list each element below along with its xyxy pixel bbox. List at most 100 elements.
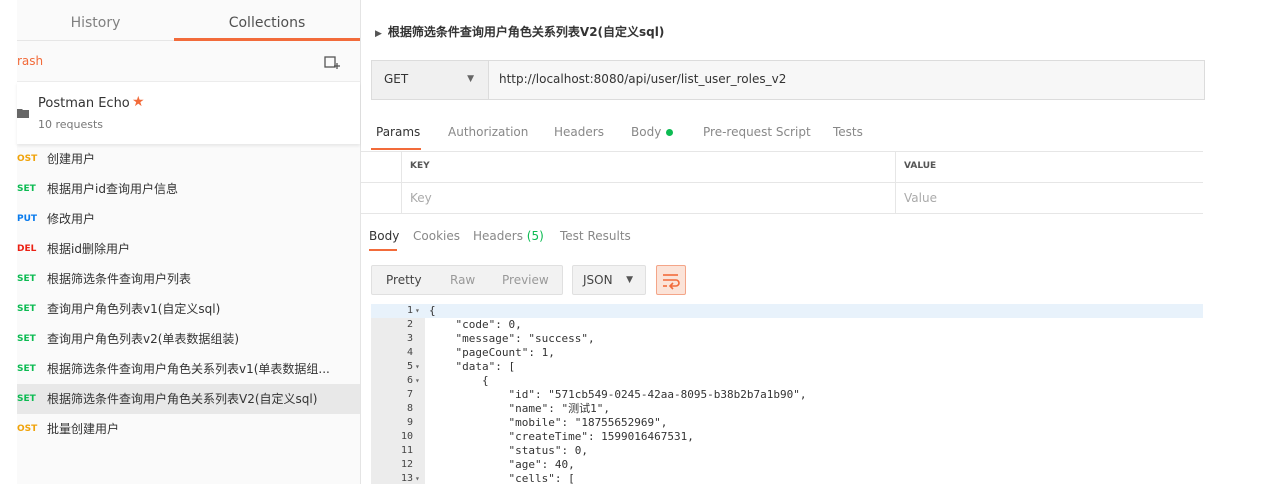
line-number: 9: [406, 417, 413, 428]
sidebar: History Collections rash Postman Echo ★ …: [17, 0, 361, 484]
tab-response-body[interactable]: Body: [369, 229, 399, 243]
star-icon[interactable]: ★: [132, 94, 145, 110]
collection-postman-echo[interactable]: Postman Echo ★ 10 requests: [17, 82, 360, 144]
line-number: 6: [406, 375, 413, 386]
line-number: 10: [400, 431, 413, 442]
value-header: VALUE: [904, 161, 937, 171]
code-text: "status": 0,: [429, 444, 588, 457]
key-header-cell: KEY: [401, 152, 896, 182]
code-line: 6 ▾ {: [371, 374, 1203, 388]
code-line: 4 "pageCount": 1,: [371, 346, 1203, 360]
tab-history[interactable]: History: [17, 0, 174, 40]
code-line: 5 ▾ "data": [: [371, 360, 1203, 374]
request-title-text: 根据筛选条件查询用户角色关系列表V2(自定义sql): [387, 25, 665, 39]
response-toolbar: Pretty Raw Preview JSON ▼: [371, 265, 771, 295]
request-item[interactable]: OST 创建用户: [17, 144, 360, 174]
response-headers-label: Headers: [473, 229, 523, 243]
request-title[interactable]: ▶ 根据筛选条件查询用户角色关系列表V2(自定义sql): [375, 23, 664, 40]
request-name: 根据筛选条件查询用户角色关系列表V2(自定义sql): [47, 392, 318, 406]
request-name: 查询用户角色列表v1(自定义sql): [47, 302, 221, 316]
trash-link[interactable]: rash: [17, 54, 43, 68]
code-text: "pageCount": 1,: [429, 346, 555, 359]
line-number: 2: [406, 319, 413, 330]
request-item[interactable]: PUT 修改用户: [17, 204, 360, 234]
wrap-lines-icon: [663, 274, 680, 290]
fold-icon[interactable]: ▾: [415, 360, 420, 374]
code-text: "name": "测试1",: [429, 402, 610, 415]
language-select[interactable]: JSON ▼: [572, 265, 646, 295]
fold-icon[interactable]: ▾: [415, 304, 420, 318]
tab-cookies[interactable]: Cookies: [413, 229, 460, 243]
tab-params[interactable]: Params: [376, 125, 420, 139]
request-item[interactable]: SET 查询用户角色列表v1(自定义sql): [17, 294, 360, 324]
collection-name: Postman Echo: [38, 96, 130, 111]
line-number: 1: [406, 305, 413, 316]
key-input[interactable]: Key: [401, 183, 896, 213]
request-name: 根据用户id查询用户信息: [47, 182, 178, 196]
method-select[interactable]: GET ▼: [372, 61, 489, 99]
tab-tests[interactable]: Tests: [833, 125, 863, 139]
format-button-group: Pretty Raw Preview: [371, 265, 563, 295]
value-header-cell: VALUE: [895, 152, 1204, 182]
code-line: 9 "mobile": "18755652969",: [371, 416, 1203, 430]
request-item[interactable]: SET 根据筛选条件查询用户列表: [17, 264, 360, 294]
active-tab-indicator: [369, 249, 397, 251]
caret-down-icon: ▼: [626, 275, 633, 285]
preview-button[interactable]: Preview: [502, 273, 549, 287]
tab-body-label: Body: [631, 125, 662, 139]
tab-test-results[interactable]: Test Results: [560, 229, 631, 243]
request-item[interactable]: DEL 根据id删除用户: [17, 234, 360, 264]
collection-count: 10 requests: [38, 118, 104, 131]
fold-icon[interactable]: ▾: [415, 374, 420, 388]
wrap-lines-button[interactable]: [656, 265, 686, 295]
caret-down-icon: ▼: [467, 74, 474, 84]
expand-triangle-icon[interactable]: ▶: [375, 29, 382, 39]
tab-authorization[interactable]: Authorization: [448, 125, 528, 139]
sidebar-tabs: History Collections: [17, 0, 360, 41]
line-number: 8: [406, 403, 413, 414]
code-text: "data": [: [429, 360, 516, 373]
params-row: Key Value: [361, 183, 1203, 214]
tab-headers[interactable]: Headers: [554, 125, 604, 139]
response-code-editor[interactable]: 1 ▾{ 2 "code": 0, 3 "message": "success",…: [371, 304, 1203, 485]
language-value: JSON: [583, 273, 613, 287]
request-name: 批量创建用户: [47, 422, 120, 436]
method-badge: SET: [17, 364, 36, 374]
method-value: GET: [384, 72, 409, 86]
request-item[interactable]: SET 根据用户id查询用户信息: [17, 174, 360, 204]
raw-button[interactable]: Raw: [450, 273, 475, 287]
request-panel: ▶ 根据筛选条件查询用户角色关系列表V2(自定义sql) GET ▼ http:/…: [361, 13, 1205, 485]
method-badge: OST: [17, 154, 38, 164]
tab-response-headers[interactable]: Headers (5): [473, 229, 544, 243]
code-line: 1 ▾ {: [371, 304, 1203, 318]
code-text: "age": 40,: [429, 458, 575, 471]
params-table: KEY VALUE Key Value: [361, 151, 1203, 214]
url-input[interactable]: http://localhost:8080/api/user/list_user…: [499, 72, 786, 86]
tab-pre-request-script[interactable]: Pre-request Script: [703, 125, 811, 139]
request-item[interactable]: SET 根据筛选条件查询用户角色关系列表v1(单表数据组...: [17, 354, 360, 384]
new-collection-icon[interactable]: [324, 54, 340, 70]
request-name: 根据id删除用户: [47, 242, 130, 256]
headers-count: (5): [526, 229, 544, 243]
value-placeholder: Value: [904, 191, 937, 205]
request-item[interactable]: SET 查询用户角色列表v2(单表数据组装): [17, 324, 360, 354]
request-name: 创建用户: [47, 152, 96, 166]
code-text: {: [429, 304, 436, 317]
value-input[interactable]: Value: [895, 183, 1204, 213]
request-item-selected[interactable]: SET 根据筛选条件查询用户角色关系列表V2(自定义sql): [17, 384, 360, 414]
code-text: "id": "571cb549-0245-42aa-8095-b38b2b7a1…: [429, 388, 807, 401]
tab-body[interactable]: Body: [631, 125, 674, 139]
pretty-button[interactable]: Pretty: [386, 273, 422, 287]
method-badge: DEL: [17, 244, 37, 254]
trash-row: rash: [17, 41, 360, 82]
key-header: KEY: [410, 161, 430, 171]
body-indicator-dot: [666, 129, 674, 136]
method-badge: OST: [17, 424, 38, 434]
request-item[interactable]: OST 批量创建用户: [17, 414, 360, 444]
line-number: 7: [406, 389, 413, 400]
method-badge: PUT: [17, 214, 38, 224]
tab-collections[interactable]: Collections: [174, 0, 360, 41]
code-line: 11 "status": 0,: [371, 444, 1203, 458]
request-tabs: Params Authorization Headers Body Pre-re…: [361, 111, 1203, 152]
code-line: 7 "id": "571cb549-0245-42aa-8095-b38b2b7…: [371, 388, 1203, 402]
